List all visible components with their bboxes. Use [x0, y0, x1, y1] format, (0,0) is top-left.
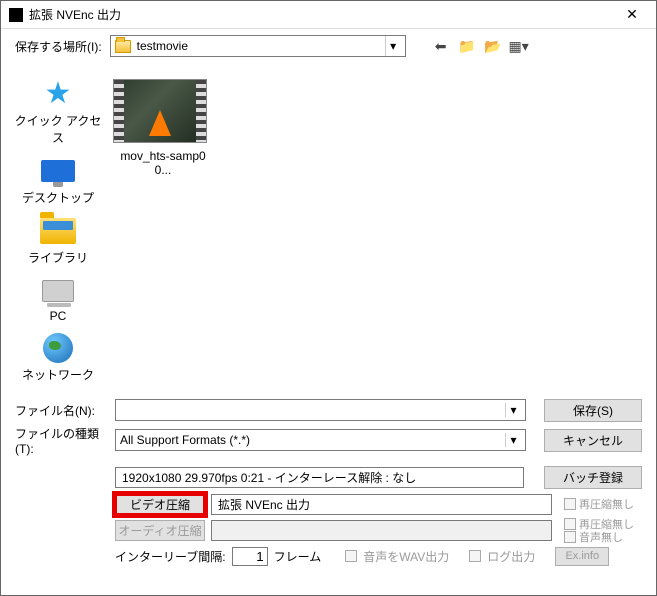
main-area: ★ クイック アクセス デスクトップ ライブラリ PC ネットワーク mov_h… [1, 63, 656, 395]
location-toolbar: 保存する場所(I): testmovie ▾ ⬅ 📁 📂 ▦▾ [1, 29, 656, 63]
new-folder-icon[interactable]: 📂 [484, 37, 502, 55]
interleave-label: インターリーブ間隔: [115, 548, 226, 565]
chevron-down-icon[interactable]: ▾ [385, 36, 401, 56]
vlc-cone-icon [149, 110, 171, 136]
save-location-label: 保存する場所(I): [15, 38, 102, 55]
bottom-panel: ファイル名(N): ▾ 保存(S) ファイルの種類(T): All Suppor… [1, 395, 656, 577]
up-folder-icon[interactable]: 📁 [458, 37, 476, 55]
location-text: testmovie [137, 39, 385, 53]
location-combo[interactable]: testmovie ▾ [110, 35, 406, 57]
batch-register-button[interactable]: バッチ登録 [544, 466, 642, 489]
video-options: 再圧縮無し [564, 498, 642, 511]
audio-codec-field [211, 520, 552, 541]
wav-out-checkbox[interactable] [345, 550, 357, 562]
sidebar-item-network[interactable]: ネットワーク [13, 333, 103, 383]
places-sidebar: ★ クイック アクセス デスクトップ ライブラリ PC ネットワーク [7, 71, 109, 395]
view-menu-icon[interactable]: ▦▾ [510, 37, 528, 55]
filename-input[interactable]: ▾ [115, 399, 526, 421]
interleave-unit: フレーム [274, 548, 322, 565]
filetype-label: ファイルの種類(T): [15, 425, 107, 456]
cancel-button[interactable]: キャンセル [544, 429, 642, 452]
chevron-down-icon[interactable]: ▾ [505, 403, 521, 417]
sidebar-item-quick-access[interactable]: ★ クイック アクセス [13, 79, 103, 146]
video-compress-button[interactable]: ビデオ圧縮 [115, 494, 205, 515]
media-info-box: 1920x1080 29.970fps 0:21 - インターレース解除 : な… [115, 467, 524, 488]
file-item[interactable]: mov_hts-samp00... [113, 79, 213, 177]
no-audio-checkbox[interactable] [564, 531, 576, 543]
toolbar-icons: ⬅ 📁 📂 ▦▾ [432, 37, 528, 55]
sidebar-item-libraries[interactable]: ライブラリ [13, 216, 103, 266]
window-title: 拡張 NVEnc 出力 [29, 6, 612, 23]
chevron-down-icon[interactable]: ▾ [505, 433, 521, 447]
desktop-icon [41, 160, 75, 182]
back-icon[interactable]: ⬅ [432, 37, 450, 55]
sidebar-item-label: ライブラリ [28, 249, 88, 266]
sidebar-item-label: PC [50, 309, 67, 323]
exinfo-button[interactable]: Ex.info [555, 547, 609, 566]
sidebar-item-label: デスクトップ [22, 189, 94, 206]
log-out-label: ログ出力 [487, 548, 535, 565]
media-info-text: 1920x1080 29.970fps 0:21 - インターレース解除 : な… [122, 469, 416, 486]
filetype-value: All Support Formats (*.*) [120, 433, 250, 447]
file-name-label: mov_hts-samp00... [113, 149, 213, 177]
log-out-checkbox[interactable] [469, 550, 481, 562]
library-icon [40, 218, 76, 244]
sidebar-item-label: ネットワーク [22, 366, 94, 383]
app-icon [9, 8, 23, 22]
interleave-row: インターリーブ間隔: フレーム 音声をWAV出力 ログ出力 Ex.info [115, 543, 642, 569]
star-icon: ★ [45, 79, 72, 109]
video-thumbnail [113, 79, 207, 143]
audio-no-recompress-checkbox[interactable] [564, 518, 576, 530]
audio-options: 再圧縮無し 音声無し [564, 517, 642, 543]
pc-icon [42, 280, 74, 302]
network-icon [43, 333, 73, 363]
audio-compress-button: オーディオ圧縮 [115, 520, 205, 541]
filename-label: ファイル名(N): [15, 402, 107, 419]
titlebar: 拡張 NVEnc 出力 ✕ [1, 1, 656, 29]
sidebar-item-label: クイック アクセス [13, 112, 103, 146]
sidebar-item-desktop[interactable]: デスクトップ [13, 156, 103, 206]
close-button[interactable]: ✕ [612, 2, 652, 28]
folder-icon [115, 40, 131, 53]
sidebar-item-pc[interactable]: PC [13, 276, 103, 323]
save-button[interactable]: 保存(S) [544, 399, 642, 422]
interleave-input[interactable] [232, 547, 268, 566]
wav-out-label: 音声をWAV出力 [363, 548, 449, 565]
file-list[interactable]: mov_hts-samp00... [109, 71, 642, 395]
filetype-combo[interactable]: All Support Formats (*.*) ▾ [115, 429, 526, 451]
video-codec-field: 拡張 NVEnc 出力 [211, 494, 552, 515]
no-recompress-checkbox[interactable] [564, 498, 576, 510]
